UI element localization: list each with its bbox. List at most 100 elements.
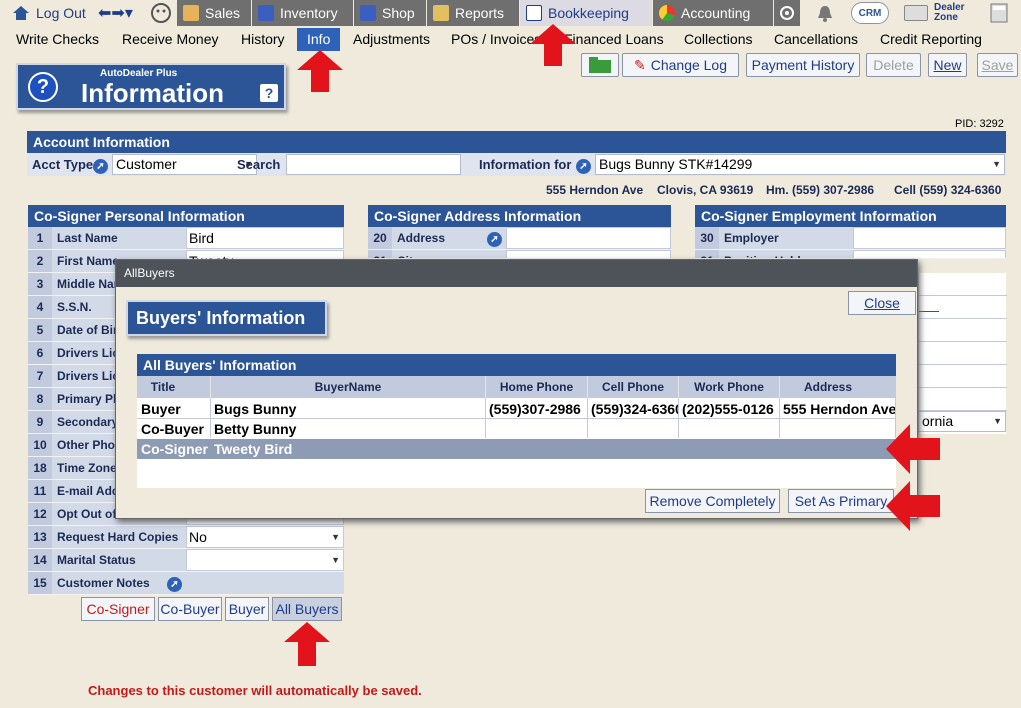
row-number: 5: [28, 319, 52, 341]
row-number: 11: [28, 480, 52, 502]
col-title[interactable]: Title: [137, 376, 189, 398]
col-buyer-name[interactable]: BuyerName: [210, 376, 485, 398]
row-number: 1: [28, 227, 52, 249]
row-number: 15: [28, 572, 52, 594]
cosigner-row-selected[interactable]: Co-Signer Tweety Bird: [137, 439, 896, 459]
cosigner-button[interactable]: Co-Signer: [81, 597, 155, 621]
gear-icon[interactable]: [774, 0, 800, 26]
chevron-down-icon: ▼: [993, 416, 1002, 426]
all-buyers-section-header: All Buyers' Information: [137, 354, 896, 376]
row-number: 12: [28, 503, 52, 525]
nav-accounting[interactable]: Accounting: [653, 0, 773, 26]
new-button[interactable]: New: [928, 53, 967, 77]
personal-row: 1 Last Name Bird: [28, 227, 344, 250]
account-address: 555 Herndon Ave: [546, 183, 644, 197]
employer-input[interactable]: [853, 227, 1006, 249]
chevron-down-icon: ▼: [331, 532, 340, 542]
dealer-zone-icon: [904, 5, 928, 21]
subnav-history[interactable]: History: [241, 28, 285, 51]
row-number: 4: [28, 296, 52, 318]
logout-link[interactable]: Log Out: [12, 0, 86, 26]
nav-inventory[interactable]: Inventory: [252, 0, 353, 26]
red-arrow-up-icon: [284, 622, 330, 666]
subnav-collections[interactable]: Collections: [684, 28, 752, 51]
position-input[interactable]: [853, 250, 1006, 258]
cobuyer-button[interactable]: Co-Buyer: [158, 597, 222, 621]
address-link-icon[interactable]: ➚: [487, 230, 502, 247]
acct-type-select[interactable]: Customer ▼: [112, 154, 257, 175]
red-arrow-left-icon: [886, 481, 940, 531]
all-buyers-columns: Title BuyerName Home Phone Cell Phone Wo…: [137, 376, 896, 398]
info-for-select[interactable]: Bugs Bunny STK#14299 ▼: [595, 154, 1005, 175]
subnav-financed-loans[interactable]: Financed Loans: [564, 28, 664, 51]
red-arrow-up-icon: [297, 50, 343, 92]
notes-link-icon[interactable]: ➚: [167, 575, 182, 592]
buyer-row[interactable]: Buyer Bugs Bunny (559)307-2986 (559)324-…: [137, 399, 896, 419]
info-for-label: Information for: [479, 157, 572, 172]
dealer-zone-link[interactable]: Dealer Zone: [904, 0, 965, 26]
info-for-link-icon[interactable]: ➚: [576, 157, 591, 174]
nav-shop[interactable]: Shop: [354, 0, 426, 26]
subnav-credit-reporting[interactable]: Credit Reporting: [880, 28, 982, 51]
all-buyers-list: Buyer Bugs Bunny (559)307-2986 (559)324-…: [137, 398, 896, 488]
row-number: 18: [28, 457, 52, 479]
red-arrow-up-icon: [530, 24, 576, 66]
car-icon: [258, 5, 274, 21]
subnav-info[interactable]: Info: [297, 28, 341, 51]
cosigner-personal-header: Co-Signer Personal Information: [28, 205, 344, 227]
row-value-input[interactable]: Bird: [186, 227, 344, 249]
close-button[interactable]: Close: [848, 291, 916, 315]
buyer-button[interactable]: Buyer: [225, 597, 269, 621]
back-forward-icon[interactable]: ⬅➡▾: [98, 0, 133, 26]
col-work-phone[interactable]: Work Phone: [678, 376, 779, 398]
address-row: 20 Address ➚: [368, 227, 671, 250]
reports-icon: [433, 5, 449, 21]
subnav-cancellations[interactable]: Cancellations: [774, 28, 858, 51]
col-cell-phone[interactable]: Cell Phone: [587, 376, 678, 398]
payment-history-button[interactable]: Payment History: [746, 53, 860, 77]
search-input[interactable]: [286, 154, 461, 175]
help-button[interactable]: ?: [260, 84, 278, 102]
pie-chart-icon: [659, 5, 675, 21]
panel-title: Information: [81, 78, 224, 108]
subnav-receive-money[interactable]: Receive Money: [122, 28, 219, 51]
all-buyers-button[interactable]: All Buyers: [272, 597, 342, 621]
nav-bookkeeping[interactable]: Bookkeeping: [520, 0, 652, 26]
row-number: 3: [28, 273, 52, 295]
nav-reports[interactable]: Reports: [427, 0, 519, 26]
acct-type-link-icon[interactable]: ➚: [93, 157, 108, 174]
delete-button[interactable]: Delete: [866, 53, 921, 77]
folder-icon: [589, 57, 611, 73]
pid-label: PID: 3292: [955, 118, 1004, 130]
change-log-button[interactable]: ✎ Change Log: [622, 53, 739, 77]
nav-sales[interactable]: Sales: [177, 0, 251, 26]
sales-icon: [183, 5, 199, 21]
calculator-icon[interactable]: [990, 0, 1008, 26]
address-input[interactable]: [506, 227, 671, 249]
remove-completely-button[interactable]: Remove Completely: [645, 489, 780, 513]
folder-button[interactable]: [581, 53, 619, 77]
set-as-primary-button[interactable]: Set As Primary: [788, 489, 894, 513]
account-city: Clovis, CA 93619: [657, 183, 754, 197]
col-address[interactable]: Address: [779, 376, 876, 398]
row-value-input[interactable]: No ▼: [186, 526, 344, 548]
personal-row: 13 Request Hard Copies No ▼: [28, 526, 344, 549]
save-button[interactable]: Save: [977, 53, 1018, 77]
subnav-write-checks[interactable]: Write Checks: [16, 28, 99, 51]
crm-icon[interactable]: CRM: [851, 0, 889, 26]
col-home-phone[interactable]: Home Phone: [485, 376, 587, 398]
subnav-pos-invoices[interactable]: POs / Invoices: [451, 28, 541, 51]
cosigner-address-header: Co-Signer Address Information: [368, 205, 671, 227]
cobuyer-row[interactable]: Co-Buyer Betty Bunny: [137, 419, 896, 439]
bell-icon[interactable]: [816, 0, 834, 26]
row-value-input[interactable]: ▼: [186, 549, 344, 571]
city-input[interactable]: [506, 250, 671, 258]
settings-face-icon[interactable]: [150, 0, 172, 26]
row-label: Customer Notes: [57, 576, 150, 590]
subnav-adjustments[interactable]: Adjustments: [353, 28, 430, 51]
chevron-down-icon: ▼: [992, 159, 1001, 169]
help-circle-icon: ?: [28, 72, 58, 102]
row-number: 6: [28, 342, 52, 364]
info-panel: ? AutoDealer Plus Information ?: [16, 63, 286, 110]
dialog-title: AllBuyers: [116, 260, 917, 287]
